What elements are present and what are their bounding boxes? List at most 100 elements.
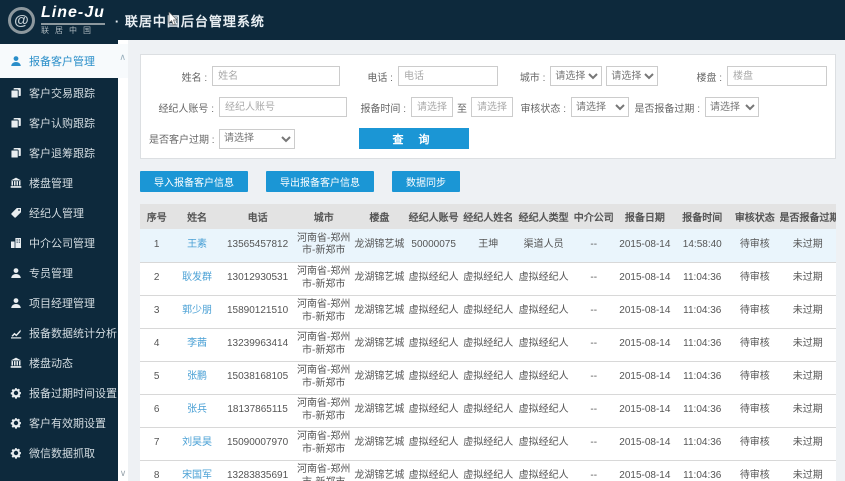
app-root: @ Line-Ju 联居中国 · 联居中国后台管理系统 报备客户管理 ∧ 客户交易跟… [0, 0, 845, 481]
sidebar-item-label: 客户有效期设置 [29, 418, 106, 430]
sidebar-item-6[interactable]: 中介公司管理 [0, 228, 118, 258]
table-cell: 13239963414 [220, 328, 295, 362]
table-row[interactable]: 5 张鹏 15038168105 河南省-郑州市-新郑市 龙湖锦艺城 虚拟经纪人 虚拟经纪人… [140, 361, 836, 395]
table-cell: 未过期 [779, 229, 836, 263]
table-row[interactable]: 7 刘昊昊 15090007970 河南省-郑州市-新郑市 龙湖锦艺城 虚拟经纪人 虚拟经纪… [140, 427, 836, 461]
column-header: 电话 [220, 204, 295, 229]
table-cell: 2015-08-14 [615, 361, 675, 395]
table-cell: 虚拟经纪人 [515, 427, 573, 461]
table-cell: 5 [140, 361, 174, 395]
customer-name-link[interactable]: 耿发群 [182, 272, 212, 283]
customer-name-link[interactable]: 张兵 [187, 404, 207, 415]
report-time-to-input[interactable] [471, 97, 513, 117]
customer-name-link[interactable]: 张鹏 [187, 371, 207, 382]
table-cell: 虚拟经纪人 [515, 460, 573, 481]
column-header: 经纪人账号 [405, 204, 462, 229]
sidebar-item-4[interactable]: 楼盘管理 [0, 168, 118, 198]
import-customers-button[interactable]: 导入报备客户信息 [140, 171, 248, 192]
pages-icon [10, 147, 22, 159]
data-sync-button[interactable]: 数据同步 [392, 171, 460, 192]
sidebar: 报备客户管理 ∧ 客户交易跟踪客户认购跟踪客户退筹跟踪 楼盘管理 经纪人管理 中介公司管理… [0, 40, 128, 481]
table-row[interactable]: 3 郭少朋 15890121510 河南省-郑州市-新郑市 龙湖锦艺城 虚拟经纪人 虚拟经纪… [140, 295, 836, 329]
sidebar-item-label: 报备客户管理 [29, 56, 95, 68]
table-row[interactable]: 8宋国军13283835691河南省-郑州市-新郑市龙湖锦艺城虚拟经纪人虚拟经纪… [140, 460, 836, 481]
sidebar-item-1[interactable]: 客户交易跟踪 [0, 78, 118, 108]
estate-input[interactable] [727, 66, 828, 86]
table-cell: 龙湖锦艺城 [352, 427, 406, 461]
sidebar-item-13[interactable]: 微信数据抓取 [0, 438, 118, 468]
table-cell: 未过期 [779, 328, 836, 362]
table-cell: 未过期 [779, 394, 836, 428]
report-time-from-input[interactable] [411, 97, 453, 117]
customer-name-link[interactable]: 刘昊昊 [182, 437, 212, 448]
report-expired-select[interactable]: 请选择 [705, 97, 759, 117]
table-cell: 待审核 [730, 460, 780, 481]
table-cell: 宋国军 [173, 460, 221, 481]
city-province-select[interactable]: 请选择 [550, 66, 603, 86]
table-cell: 2015-08-14 [615, 394, 675, 428]
customer-name-link[interactable]: 王素 [187, 239, 207, 250]
column-header: 报备时间 [674, 204, 731, 229]
table-cell: 13565457812 [220, 229, 295, 263]
customer-name-link[interactable]: 郭少朋 [182, 305, 212, 316]
logo: @ Line-Ju 联居中国 [0, 5, 105, 35]
export-customers-button[interactable]: 导出报备客户信息 [266, 171, 374, 192]
customer-name-link[interactable]: 宋国军 [182, 470, 212, 481]
gear-icon [10, 417, 22, 429]
sidebar-item-label: 客户认购跟踪 [29, 118, 95, 130]
table-row[interactable]: 6 张兵 18137865115 河南省-郑州市-新郑市 龙湖锦艺城 虚拟经纪人 虚拟经纪人… [140, 394, 836, 428]
agent-account-input[interactable] [219, 97, 347, 117]
logo-at-icon: @ [8, 6, 35, 34]
table-cell: -- [572, 328, 616, 362]
page-title: · 联居中国后台管理系统 [114, 13, 265, 29]
search-button[interactable]: 查 询 [359, 128, 469, 149]
sidebar-item-3[interactable]: 客户退筹跟踪 [0, 138, 118, 168]
sidebar-item-5[interactable]: 经纪人管理 [0, 198, 118, 228]
table-row[interactable]: 4 李茜 13239963414 河南省-郑州市-新郑市 龙湖锦艺城 虚拟经纪人 虚拟经纪人… [140, 328, 836, 362]
sidebar-item-12[interactable]: 客户有效期设置 [0, 408, 118, 438]
column-header: 姓名 [173, 204, 221, 229]
scroll-down-icon[interactable]: ∨ [118, 468, 128, 479]
sidebar-scrollbar[interactable]: ∨ [118, 40, 128, 481]
table-cell: 河南省-郑州市-新郑市 [294, 229, 353, 263]
sidebar-item-0[interactable]: 报备客户管理 ∧ [0, 44, 128, 78]
customer-expired-select[interactable]: 请选择 [219, 128, 295, 149]
tag-icon [10, 207, 22, 219]
customer-table: 序号 姓名 电话 城市 楼盘 经纪人账号 经纪人姓名 经纪人类型 中介公司 报备日期 报备时间 审核状… [140, 204, 836, 481]
table-cell: 4 [140, 328, 174, 362]
main-content: 姓名 : 电话 : 城市 : 请选择 请选择 楼盘 : 经纪人账号 : 报备时间… [128, 40, 845, 481]
sidebar-item-2[interactable]: 客户认购跟踪 [0, 108, 118, 138]
table-cell: 龙湖锦艺城 [352, 361, 406, 395]
table-cell: 龙湖锦艺城 [352, 229, 406, 263]
sidebar-item-10[interactable]: 楼盘动态 [0, 348, 118, 378]
logo-title: Line-Ju [41, 5, 105, 25]
name-input[interactable] [212, 66, 341, 86]
table-cell: 11:04:36 [674, 460, 731, 481]
table-cell: -- [572, 394, 616, 428]
sidebar-item-11[interactable]: 报备过期时间设置 [0, 378, 118, 408]
sidebar-item-label: 报备过期时间设置 [29, 388, 117, 400]
phone-input[interactable] [397, 66, 498, 86]
collapse-caret-icon[interactable]: ∧ [119, 52, 126, 63]
table-cell: 虚拟经纪人 [461, 427, 516, 461]
customer-name-link[interactable]: 李茜 [187, 338, 207, 349]
table-cell: 未过期 [779, 262, 836, 296]
table-cell: 8 [140, 460, 174, 481]
table-row[interactable]: 2 耿发群 13012930531 河南省-郑州市-新郑市 龙湖锦艺城 虚拟经纪人 虚拟经纪… [140, 262, 836, 296]
city-district-select[interactable]: 请选择 [606, 66, 659, 86]
table-cell: 11:04:36 [674, 328, 731, 362]
column-header: 审核状态 [730, 204, 780, 229]
table-cell: 河南省-郑州市-新郑市 [294, 460, 353, 481]
table-cell: 虚拟经纪人 [515, 262, 573, 296]
audit-status-select[interactable]: 请选择 [571, 97, 629, 117]
sidebar-item-8[interactable]: 项目经理管理 [0, 288, 118, 318]
table-cell: 11:04:36 [674, 427, 731, 461]
sidebar-item-9[interactable]: 报备数据统计分析 [0, 318, 118, 348]
table-cell: 待审核 [730, 394, 780, 428]
table-cell: -- [572, 262, 616, 296]
table-cell: 虚拟经纪人 [461, 394, 516, 428]
sidebar-item-7[interactable]: 专员管理 [0, 258, 118, 288]
table-cell: 张鹏 [173, 361, 221, 395]
table-row[interactable]: 1 王素 13565457812 河南省-郑州市-新郑市 龙湖锦艺城 50000075 王坤… [140, 229, 836, 263]
chart-icon [10, 327, 22, 339]
